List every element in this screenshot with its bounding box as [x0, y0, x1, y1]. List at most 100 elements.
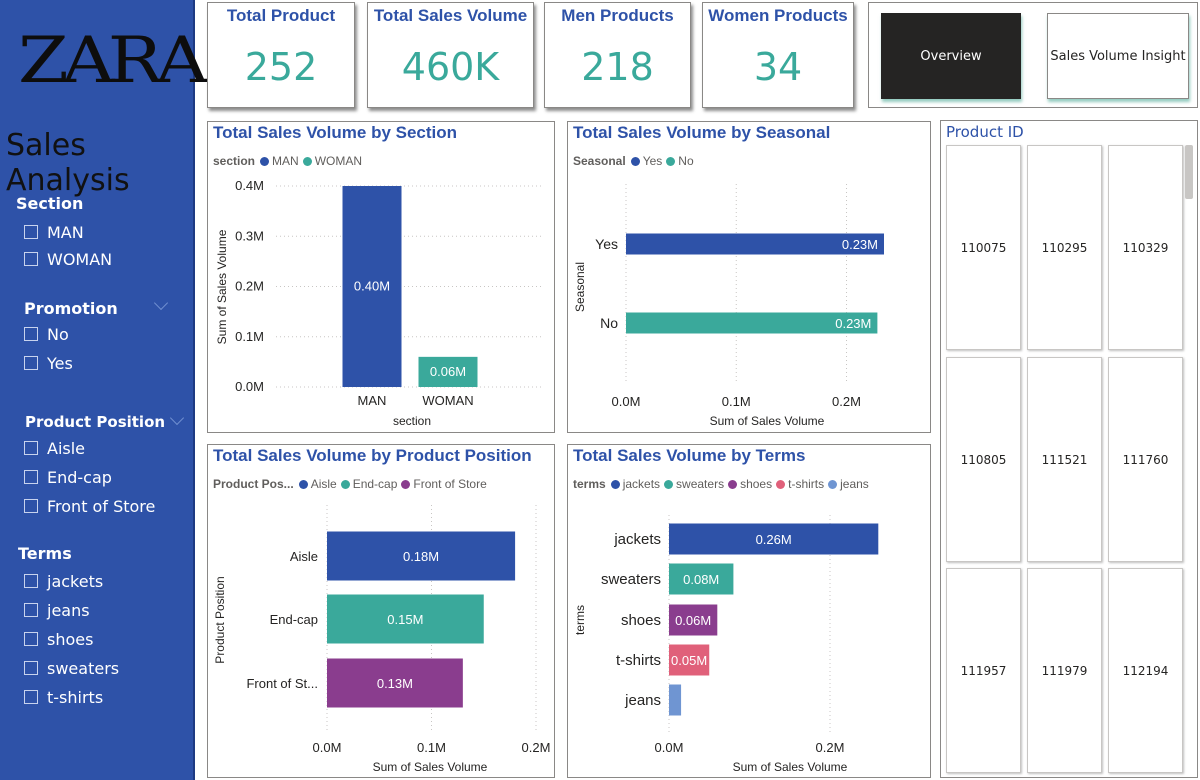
chart-sales-by-seasonal: Total Sales Volume by Seasonal Seasonal … [567, 121, 931, 433]
data-label: 0.40M [354, 279, 390, 294]
product-id-card[interactable]: 111979 [1027, 568, 1102, 773]
product-id-card[interactable]: 110295 [1027, 145, 1102, 350]
checkbox[interactable] [24, 225, 38, 239]
x-tick-label: MAN [358, 393, 387, 408]
data-label: 0.05M [671, 653, 707, 668]
sidebar: ZARA Sales Analysis Section MAN WOMAN Pr… [0, 0, 208, 780]
product-id-card[interactable]: 111521 [1027, 357, 1102, 562]
product-id-title: Product ID [946, 123, 1024, 141]
navigation-panel: Overview Sales Volume Insight [868, 2, 1198, 108]
x-axis-title: Sum of Sales Volume [710, 414, 825, 428]
checkbox[interactable] [24, 356, 38, 370]
chart-svg: 0.0M 0.1M 0.2M 0.18M Aisle 0.15M End-cap 0.13M F… [213, 505, 550, 774]
product-id-card[interactable]: 112194 [1108, 568, 1183, 773]
y-tick-label: 0.0M [235, 379, 264, 394]
x-tick-label: WOMAN [422, 393, 473, 408]
kpi-label: Total Product [226, 6, 336, 25]
data-label: 0.26M [756, 532, 792, 547]
slicer-option-yes[interactable]: Yes [24, 352, 73, 374]
kpi-label: Women Products [708, 6, 848, 25]
x-axis-title: Sum of Sales Volume [373, 760, 488, 774]
y-axis-title: terms [573, 605, 587, 635]
y-tick-label: t-shirts [616, 652, 661, 669]
x-axis-title: section [393, 414, 431, 428]
slicer-option-jackets[interactable]: jackets [24, 570, 103, 592]
slicer-option-end-cap[interactable]: End-cap [24, 466, 112, 488]
y-tick-label: 0.4M [235, 178, 264, 193]
slicer-title-terms: Terms [18, 544, 72, 563]
x-tick-label: 0.1M [417, 740, 446, 755]
option-label: MAN [47, 222, 84, 242]
option-label: jackets [47, 571, 104, 591]
slicer-option-aisle[interactable]: Aisle [24, 437, 85, 459]
checkbox[interactable] [24, 441, 38, 455]
scrollbar[interactable] [1185, 145, 1193, 199]
chart-svg: 0.0M 0.2M 0.26M jackets 0.08M sweaters 0.06M sh… [573, 515, 879, 774]
chart-svg: 0.0M 0.1M 0.2M 0.3M 0.4M 0.40M MAN 0.06M WOMAN se… [215, 178, 543, 428]
slicer-option-woman[interactable]: WOMAN [24, 248, 112, 270]
checkbox[interactable] [24, 603, 38, 617]
product-id-card[interactable]: 111957 [946, 568, 1021, 773]
data-label: 0.13M [377, 676, 413, 691]
data-label: 0.06M [430, 364, 466, 379]
option-label: jeans [47, 600, 90, 620]
y-tick-label: Front of St... [246, 676, 318, 691]
logo-text: ZARA [18, 24, 208, 98]
kpi-value: 460K [401, 45, 500, 89]
product-id-card[interactable]: 111760 [1108, 357, 1183, 562]
data-label: 0.23M [835, 316, 871, 331]
data-label: 0.23M [842, 237, 878, 252]
slicer-option-sweaters[interactable]: sweaters [24, 657, 119, 679]
kpi-card-total-product: Total Product 252 [207, 2, 355, 108]
data-label: 0.15M [387, 612, 423, 627]
checkbox[interactable] [24, 690, 38, 704]
option-label: t-shirts [47, 687, 104, 707]
slicer-option-shoes[interactable]: shoes [24, 628, 93, 650]
option-label: No [47, 324, 69, 344]
kpi-value: 34 [753, 45, 803, 89]
data-label: 0.06M [675, 613, 711, 628]
slicer-option-jeans[interactable]: jeans [24, 599, 90, 621]
x-tick-label: 0.0M [612, 394, 641, 409]
chart-sales-by-terms: Total Sales Volume by Terms terms jacket… [567, 444, 931, 778]
option-label: WOMAN [47, 249, 113, 269]
y-tick-label: Aisle [290, 549, 318, 564]
kpi-value: 252 [244, 45, 318, 89]
product-id-card[interactable]: 110329 [1108, 145, 1183, 350]
checkbox[interactable] [24, 661, 38, 675]
slicer-option-t-shirts[interactable]: t-shirts [24, 686, 103, 708]
chevron-down-icon[interactable] [169, 410, 185, 426]
product-id-card[interactable]: 110805 [946, 357, 1021, 562]
x-tick-label: 0.0M [313, 740, 342, 755]
product-id-panel: Product ID 110075 110295 110329 110805 1… [940, 120, 1198, 778]
product-id-card[interactable]: 110075 [946, 145, 1021, 350]
x-tick-label: 0.2M [816, 740, 845, 755]
y-tick-label: 0.3M [235, 228, 264, 243]
checkbox[interactable] [24, 632, 38, 646]
y-tick-label: No [600, 315, 618, 331]
y-tick-label: Yes [595, 236, 618, 252]
checkbox[interactable] [24, 470, 38, 484]
checkbox[interactable] [24, 252, 38, 266]
option-label: Aisle [47, 438, 86, 458]
x-tick-label: 0.1M [722, 394, 751, 409]
slicer-option-front-of-store[interactable]: Front of Store [24, 495, 155, 517]
overview-button[interactable]: Overview [881, 13, 1021, 99]
sales-volume-insight-button[interactable]: Sales Volume Insight [1047, 13, 1189, 99]
checkbox[interactable] [24, 574, 38, 588]
chevron-down-icon[interactable] [153, 295, 169, 311]
y-axis-title: Sum of Sales Volume [215, 229, 229, 344]
slicer-title-promotion: Promotion [24, 299, 118, 318]
y-tick-label: shoes [621, 612, 661, 629]
slicer-option-no[interactable]: No [24, 323, 69, 345]
chart-sales-by-section: Total Sales Volume by Section section MA… [207, 121, 555, 433]
page-title: Sales Analysis [6, 128, 130, 198]
kpi-label: Men Products [561, 6, 674, 25]
checkbox[interactable] [24, 499, 38, 513]
y-tick-label: End-cap [270, 612, 318, 627]
y-tick-label: 0.2M [235, 279, 264, 294]
option-label: End-cap [47, 467, 112, 487]
kpi-card-men-products: Men Products 218 [544, 2, 691, 108]
checkbox[interactable] [24, 327, 38, 341]
slicer-option-man[interactable]: MAN [24, 221, 84, 243]
